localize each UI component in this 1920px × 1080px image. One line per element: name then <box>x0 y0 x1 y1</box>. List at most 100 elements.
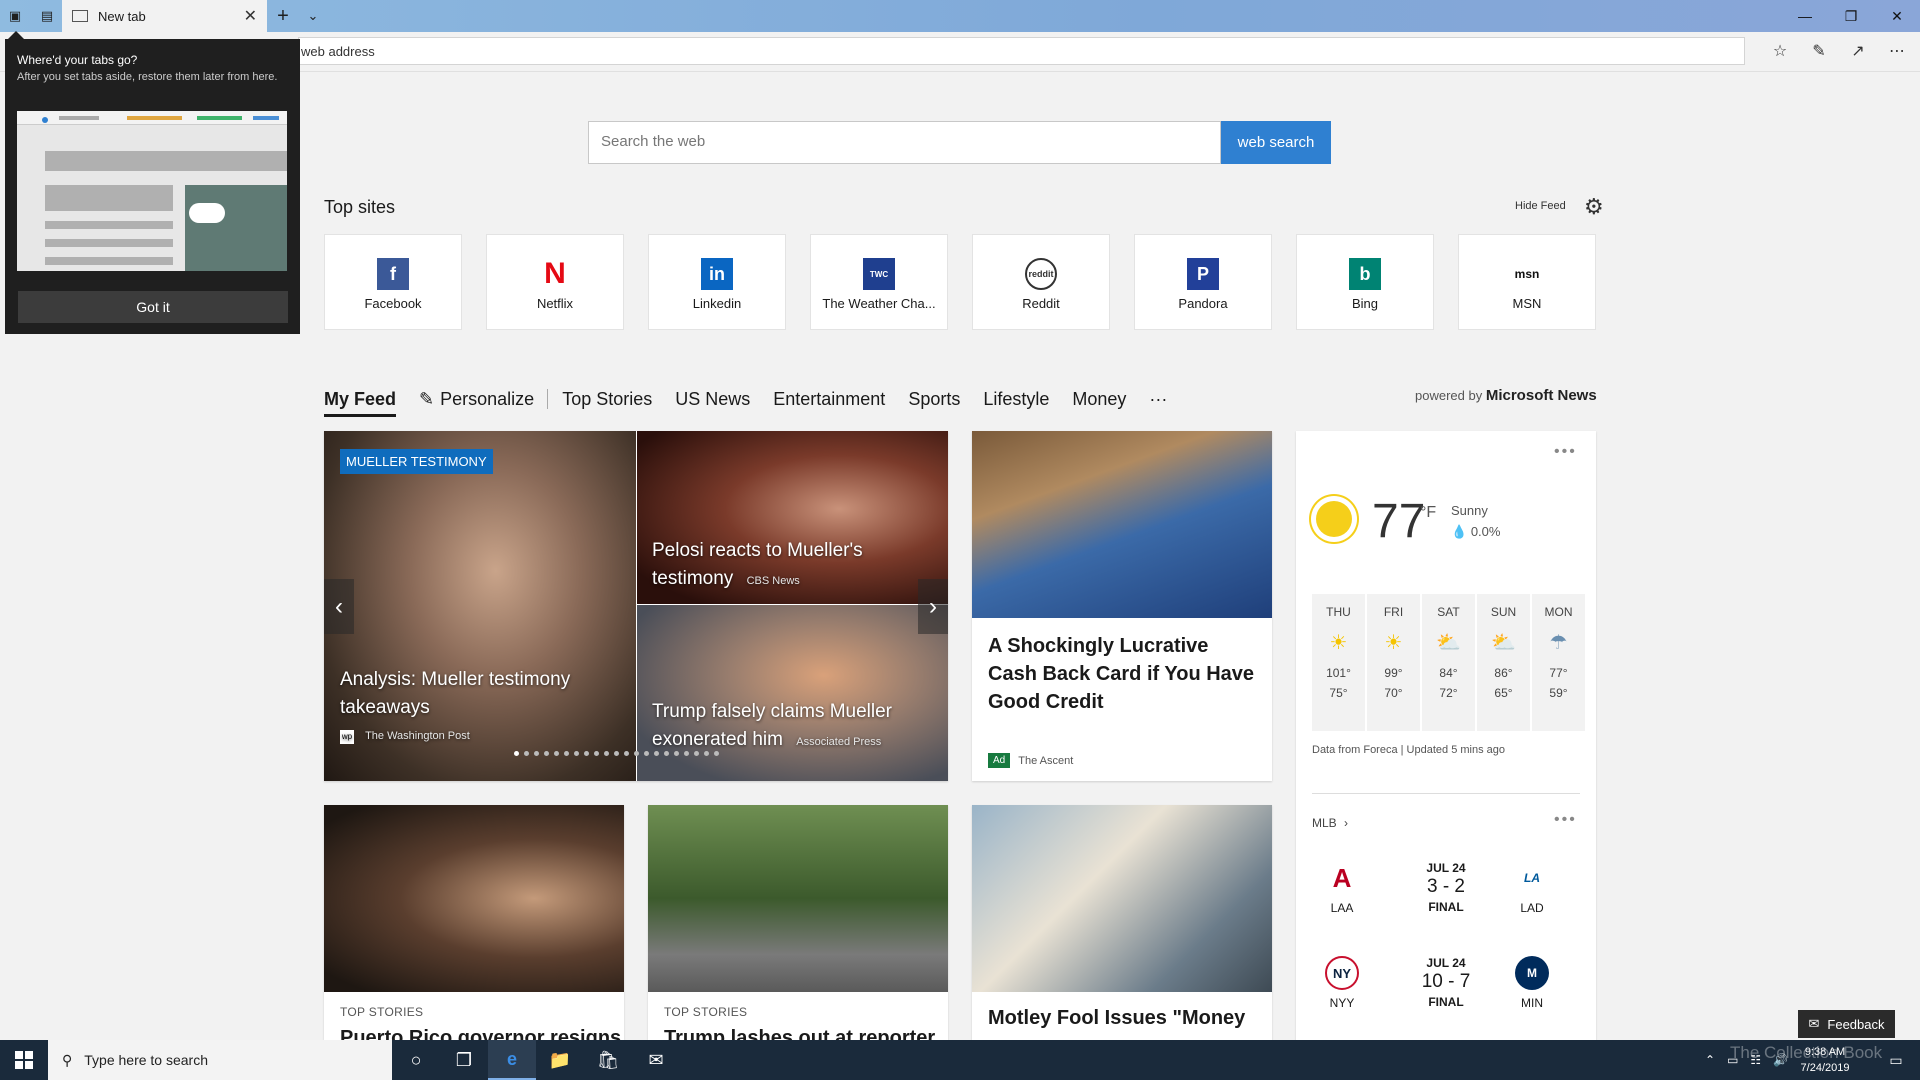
carousel-dot[interactable] <box>574 751 579 756</box>
carousel-dot[interactable] <box>624 751 629 756</box>
story-title[interactable]: Trump lashes out at reporter <box>664 1027 935 1040</box>
weather-source[interactable]: Data from Foreca | Updated 5 mins ago <box>1312 744 1505 756</box>
tab-new-tab[interactable]: New tab ✕ <box>62 0 267 32</box>
tab-top-stories[interactable]: Top Stories <box>562 389 652 410</box>
story-card[interactable]: Motley Fool Issues "Money <box>972 805 1272 1040</box>
set-tabs-aside-icon[interactable]: ▤ <box>32 0 62 32</box>
more-options-icon[interactable]: ••• <box>1554 443 1577 461</box>
carousel-dot[interactable] <box>524 751 529 756</box>
web-search-button[interactable]: web search <box>1221 121 1331 164</box>
forecast-day[interactable]: FRI ☀ 99° 70° <box>1367 594 1420 731</box>
carousel-dot[interactable] <box>594 751 599 756</box>
top-site-netflix[interactable]: N Netflix <box>486 234 624 330</box>
tab-list-chevron-icon[interactable]: ⌄ <box>298 0 328 32</box>
story-title[interactable]: Motley Fool Issues "Money <box>988 1007 1245 1030</box>
start-button[interactable] <box>0 1040 48 1080</box>
forecast-day[interactable]: SUN ⛅ 86° 65° <box>1477 594 1530 731</box>
favorites-icon[interactable]: ☆ <box>1765 37 1795 65</box>
store-icon[interactable]: 🛍 <box>584 1040 632 1080</box>
carousel-dot[interactable] <box>634 751 639 756</box>
carousel-dot[interactable] <box>674 751 679 756</box>
taskbar-search[interactable]: ⚲ Type here to search <box>48 1040 392 1080</box>
pen-icon[interactable]: ✎ <box>1804 37 1834 65</box>
carousel-dot[interactable] <box>604 751 609 756</box>
carousel-dot[interactable] <box>714 751 719 756</box>
file-explorer-icon[interactable]: 📁 <box>536 1040 584 1080</box>
minimize-button[interactable]: — <box>1782 0 1828 32</box>
forecast-day[interactable]: MON ☂ 77° 59° <box>1532 594 1585 731</box>
top-site-pandora[interactable]: P Pandora <box>1134 234 1272 330</box>
carousel-next-button[interactable]: › <box>918 579 948 634</box>
mlb-link[interactable]: MLB › <box>1312 816 1348 830</box>
top-site-weather-channel[interactable]: TWC The Weather Cha... <box>810 234 948 330</box>
carousel-dot[interactable] <box>694 751 699 756</box>
feedback-button[interactable]: ✉ Feedback <box>1798 1010 1895 1038</box>
search-input[interactable]: Search the web <box>588 121 1221 164</box>
main-story-title[interactable]: Analysis: Mueller testimony takeaways <box>340 666 610 722</box>
new-tab-icon[interactable]: + <box>268 0 298 32</box>
carousel-dot[interactable] <box>664 751 669 756</box>
team-abbr: NYY <box>1329 996 1355 1010</box>
address-input[interactable]: web address <box>298 37 1745 65</box>
carousel-dot[interactable] <box>544 751 549 756</box>
bing-logo-icon: b <box>1349 258 1381 290</box>
forecast-day[interactable]: SAT ⛅ 84° 72° <box>1422 594 1475 731</box>
story-card[interactable]: TOP STORIES Trump lashes out at reporter <box>648 805 948 1040</box>
carousel-dot[interactable] <box>684 751 689 756</box>
got-it-button[interactable]: Got it <box>18 291 288 323</box>
tab-lifestyle[interactable]: Lifestyle <box>983 389 1049 410</box>
tab-money[interactable]: Money <box>1072 389 1126 410</box>
tab-sports[interactable]: Sports <box>908 389 960 410</box>
top-site-facebook[interactable]: f Facebook <box>324 234 462 330</box>
illustration-tab-bar <box>197 116 242 120</box>
carousel-dot[interactable] <box>654 751 659 756</box>
carousel-dot[interactable] <box>614 751 619 756</box>
top-site-msn[interactable]: msn MSN <box>1458 234 1596 330</box>
game-score-row[interactable]: A LAA JUL 24 3 - 2 FINAL LA LAD <box>1312 861 1580 931</box>
story-card[interactable]: TOP STORIES Puerto Rico governor resigns <box>324 805 624 1040</box>
carousel-dot[interactable] <box>534 751 539 756</box>
ad-title[interactable]: A Shockingly Lucrative Cash Back Card if… <box>988 632 1258 716</box>
story2-title[interactable]: Pelosi reacts to Mueller's testimony CBS… <box>652 537 922 595</box>
top-site-bing[interactable]: b Bing <box>1296 234 1434 330</box>
carousel-dot[interactable] <box>554 751 559 756</box>
powered-brand[interactable]: Microsoft News <box>1486 387 1597 404</box>
carousel-dot[interactable] <box>514 751 519 756</box>
gear-icon[interactable]: ⚙ <box>1584 194 1604 220</box>
ad-card[interactable]: A Shockingly Lucrative Cash Back Card if… <box>972 431 1272 781</box>
carousel-dot[interactable] <box>704 751 709 756</box>
story3-title[interactable]: Trump falsely claims Mueller exonerated … <box>652 698 942 756</box>
game-score-row[interactable]: NY NYY JUL 24 10 - 7 FINAL M MIN <box>1312 956 1580 1026</box>
more-options-icon[interactable]: ••• <box>1554 811 1577 829</box>
forecast-day[interactable]: THU ☀ 101° 75° <box>1312 594 1365 731</box>
more-icon[interactable]: ⋯ <box>1882 37 1912 65</box>
restore-button[interactable]: ❐ <box>1828 0 1874 32</box>
tab-entertainment[interactable]: Entertainment <box>773 389 885 410</box>
carousel-dot[interactable] <box>564 751 569 756</box>
carousel-prev-button[interactable]: ‹ <box>324 579 354 634</box>
more-tabs-button[interactable]: ··· <box>1149 389 1167 410</box>
tabs-aside-icon[interactable]: ▣ <box>0 0 30 32</box>
pandora-logo-icon: P <box>1187 258 1219 290</box>
cortana-icon[interactable]: ○ <box>392 1040 440 1080</box>
close-window-button[interactable]: ✕ <box>1874 0 1920 32</box>
close-tab-icon[interactable]: ✕ <box>244 6 257 26</box>
tab-personalize[interactable]: Personalize <box>440 389 534 410</box>
tab-my-feed[interactable]: My Feed <box>324 389 397 417</box>
hide-feed-link[interactable]: Hide Feed <box>1515 200 1566 212</box>
edge-icon[interactable]: e <box>488 1040 536 1080</box>
carousel-dot[interactable] <box>644 751 649 756</box>
task-view-icon[interactable]: ❐ <box>440 1040 488 1080</box>
tab-us-news[interactable]: US News <box>675 389 750 410</box>
temperature-unit[interactable]: °F <box>1420 504 1436 522</box>
carousel-dot[interactable] <box>584 751 589 756</box>
mail-icon[interactable]: ✉ <box>632 1040 680 1080</box>
story-title[interactable]: Puerto Rico governor resigns <box>340 1027 621 1040</box>
weather-card[interactable]: ••• 77 °F Sunny 💧 0.0% THU ☀ 101° 75° FR… <box>1296 431 1596 1041</box>
share-icon[interactable]: ↗ <box>1843 37 1873 65</box>
news-carousel[interactable]: MUELLER TESTIMONY Analysis: Mueller test… <box>324 431 948 781</box>
forecast-day-name: FRI <box>1383 605 1404 619</box>
top-site-reddit[interactable]: reddit Reddit <box>972 234 1110 330</box>
top-site-linkedin[interactable]: in Linkedin <box>648 234 786 330</box>
chevron-up-icon[interactable]: ⌃ <box>1705 1053 1715 1067</box>
